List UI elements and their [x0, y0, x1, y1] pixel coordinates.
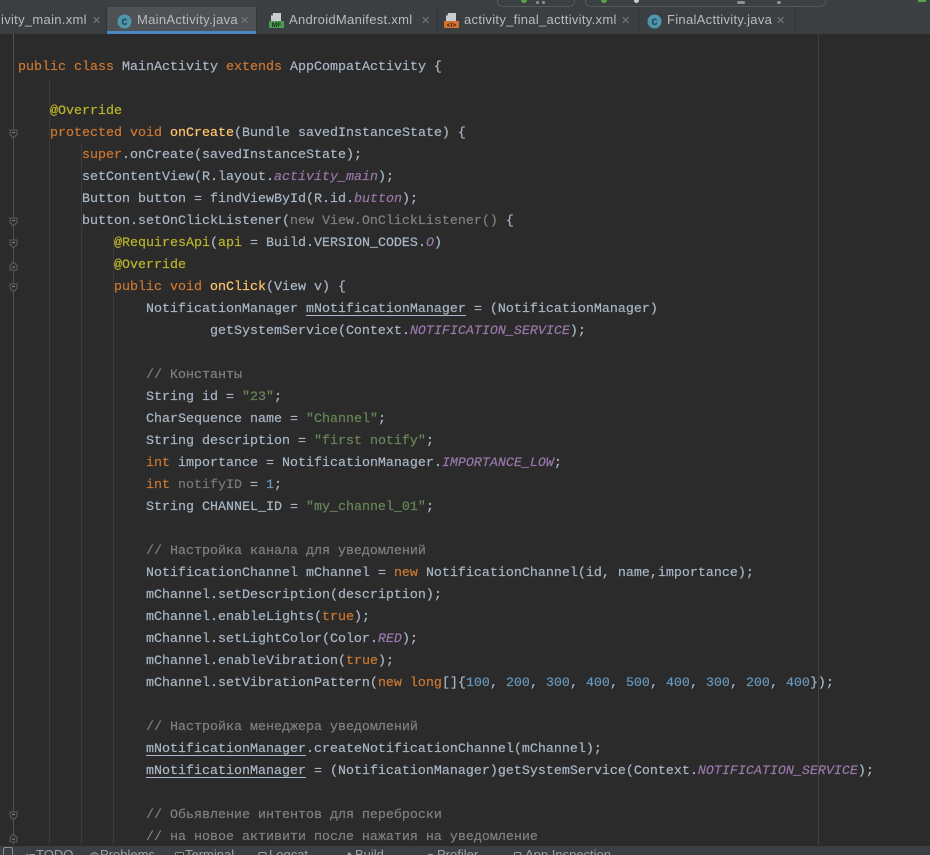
svg-text:</>: </> — [447, 22, 457, 29]
svg-text:C: C — [651, 18, 657, 29]
svg-text:C: C — [121, 18, 127, 29]
svg-text:MF: MF — [272, 22, 281, 29]
